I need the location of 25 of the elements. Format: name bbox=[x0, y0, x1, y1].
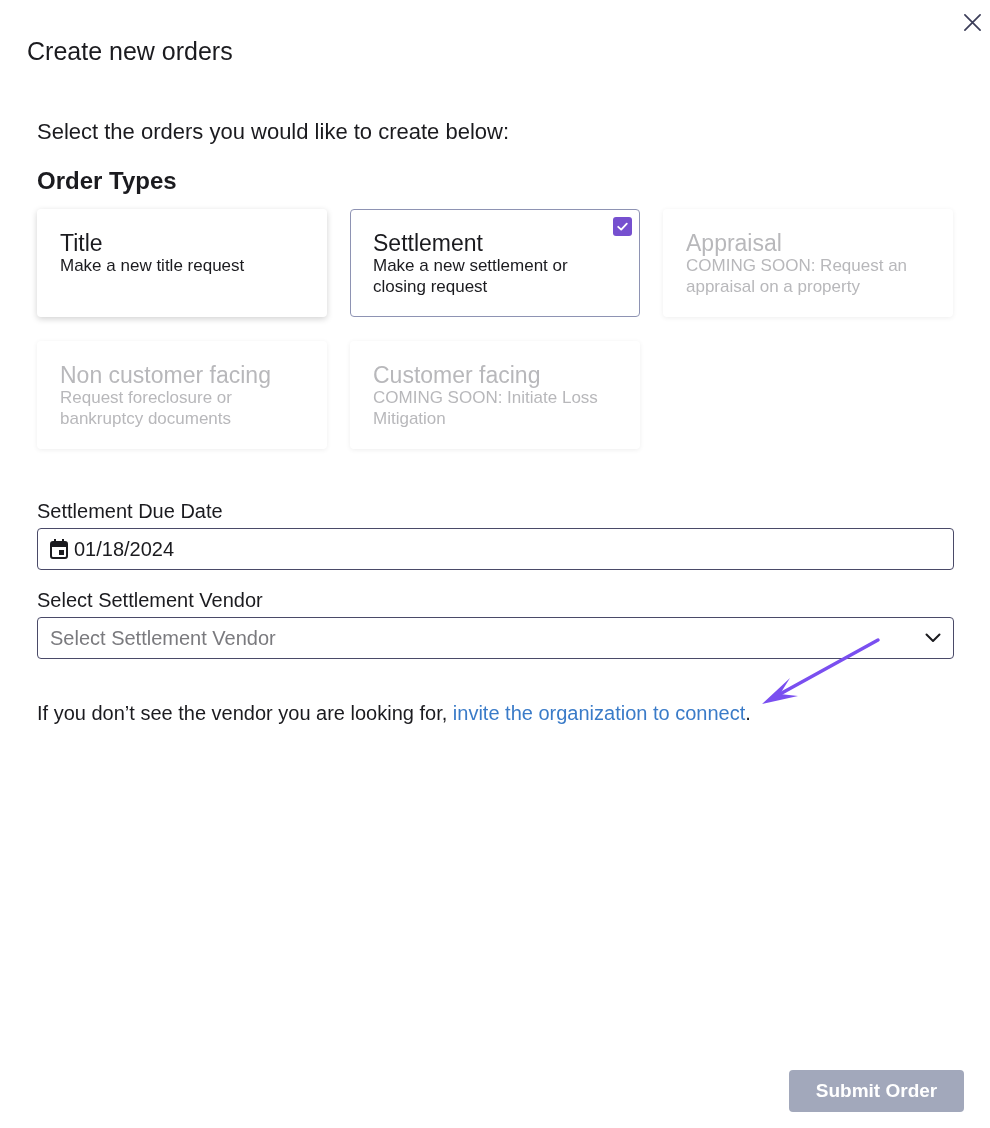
date-field[interactable]: 01/18/2024 bbox=[37, 528, 954, 570]
card-description: Request foreclosure or bankruptcy documents bbox=[60, 388, 233, 429]
chevron-down-icon bbox=[925, 633, 941, 643]
invite-link[interactable]: invite the organization to connect bbox=[452, 702, 746, 724]
card-title: Non customer facing bbox=[60, 363, 272, 387]
vendor-hint-text: If you don’t see the vendor you are looking for, invite the organization to connect. bbox=[37, 701, 752, 725]
card-title: Title bbox=[60, 231, 104, 255]
card-description: COMING SOON: Initiate Loss Mitigation bbox=[373, 388, 599, 429]
card-title: Customer facing bbox=[373, 363, 542, 387]
card-description: COMING SOON: Request an appraisal on a property bbox=[686, 256, 909, 297]
order-type-card[interactable]: Settlement Make a new settlement or closing request bbox=[350, 209, 640, 317]
calendar-icon bbox=[50, 539, 68, 559]
vendor-select[interactable]: Select Settlement Vendor bbox=[37, 617, 954, 659]
intro-text: Select the orders you would like to create below: bbox=[37, 120, 511, 144]
card-description: Make a new settlement or closing request bbox=[373, 255, 569, 297]
field-label: Select Settlement Vendor bbox=[37, 588, 264, 612]
card-title: Settlement bbox=[373, 231, 484, 255]
card-description: Make a new title request bbox=[60, 255, 246, 276]
close-button[interactable] bbox=[963, 13, 982, 32]
field-label: Settlement Due Date bbox=[37, 499, 224, 523]
checkbox-checked-icon[interactable] bbox=[613, 217, 632, 236]
card-title: Appraisal bbox=[686, 231, 783, 255]
section-heading: Order Types bbox=[37, 167, 178, 195]
order-type-card[interactable]: Title Make a new title request bbox=[37, 209, 327, 317]
dialog-title: Create new orders bbox=[27, 37, 234, 65]
